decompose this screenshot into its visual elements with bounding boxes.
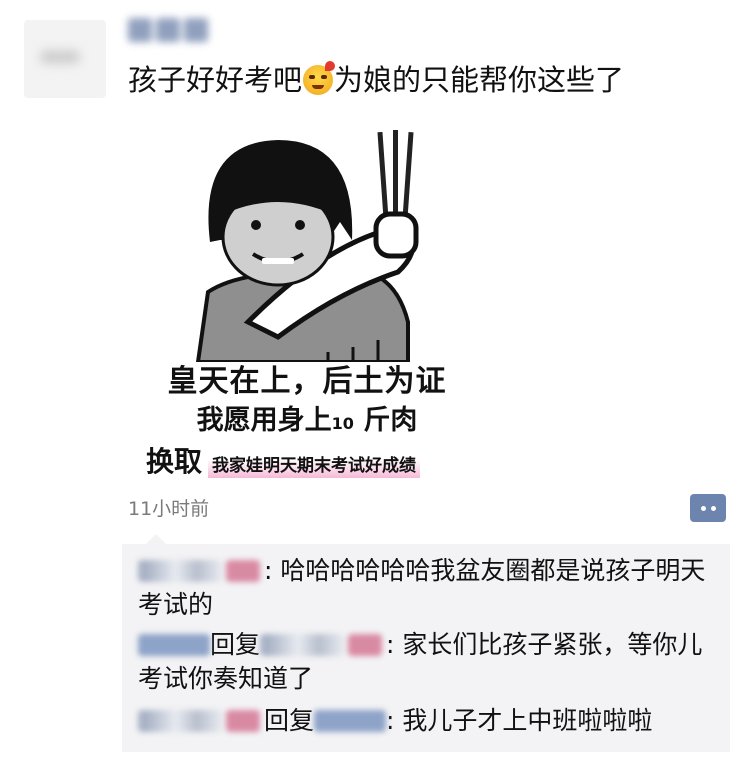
meme-line2-prefix: 我愿用身上 — [196, 405, 332, 436]
comment-item[interactable]: 回复 : 我儿子才上中班啦啦啦 — [138, 704, 718, 738]
comments-panel: : 哈哈哈哈哈哈我盆友圈都是说孩子明天考试的 回复: 家长们比孩子紧张，等你儿考… — [122, 534, 730, 752]
comment-item[interactable]: 回复: 家长们比孩子紧张，等你儿考试你奏知道了 — [138, 628, 718, 696]
meme-caption-line3: 换取 我家娃明天期末考试好成绩 — [146, 440, 476, 478]
meme-caption-line2: 我愿用身上10 斤肉 — [128, 398, 486, 437]
commenter-name-blurred[interactable] — [138, 634, 210, 656]
commenter-name-blurred[interactable] — [138, 560, 222, 582]
commenter-emoji-blurred — [226, 710, 260, 732]
comment-more-button[interactable] — [690, 494, 726, 522]
reply-label: 回复 — [264, 706, 315, 735]
comment-item[interactable]: : 哈哈哈哈哈哈我盆友圈都是说孩子明天考试的 — [138, 554, 718, 622]
commenter-emoji-blurred — [226, 560, 260, 582]
post-text-part1: 孩子好好考吧 — [128, 63, 303, 97]
reply-target-name-blurred[interactable] — [314, 710, 387, 732]
meme-character-illustration — [195, 130, 419, 362]
poster-name-blurred[interactable] — [128, 18, 218, 48]
avatar[interactable] — [24, 20, 106, 98]
commenter-emoji-blurred — [348, 634, 383, 656]
dot-icon — [710, 505, 716, 511]
meme-image[interactable]: 皇天在上，后土为证 我愿用身上10 斤肉 换取 我家娃明天期末考试好成绩 — [128, 122, 486, 478]
angry-face-emoji-icon — [303, 61, 336, 95]
comment-text: : 哈哈哈哈哈哈我盆友圈都是说孩子明天考试的 — [138, 556, 706, 619]
comment-text: : 我儿子才上中班啦啦啦 — [386, 706, 653, 735]
commenter-name-blurred[interactable] — [138, 710, 222, 732]
dot-icon — [700, 505, 706, 511]
meme-line3-highlight: 我家娃明天期末考试好成绩 — [208, 454, 421, 478]
meme-line2-number: 10 — [331, 414, 354, 433]
reply-label: 回复 — [210, 630, 261, 659]
reply-target-name-blurred[interactable] — [260, 634, 345, 656]
post-text-part2: 为娘的只能帮你这些了 — [334, 63, 625, 97]
meme-caption-line1: 皇天在上，后土为证 — [167, 364, 447, 399]
meme-line2-suffix: 斤肉 — [353, 405, 418, 436]
post-text: 孩子好好考吧 为娘的只能帮你这些了 — [128, 60, 624, 100]
post-timestamp: 11小时前 — [128, 498, 210, 520]
meme-line3-main: 换取 — [146, 445, 203, 478]
